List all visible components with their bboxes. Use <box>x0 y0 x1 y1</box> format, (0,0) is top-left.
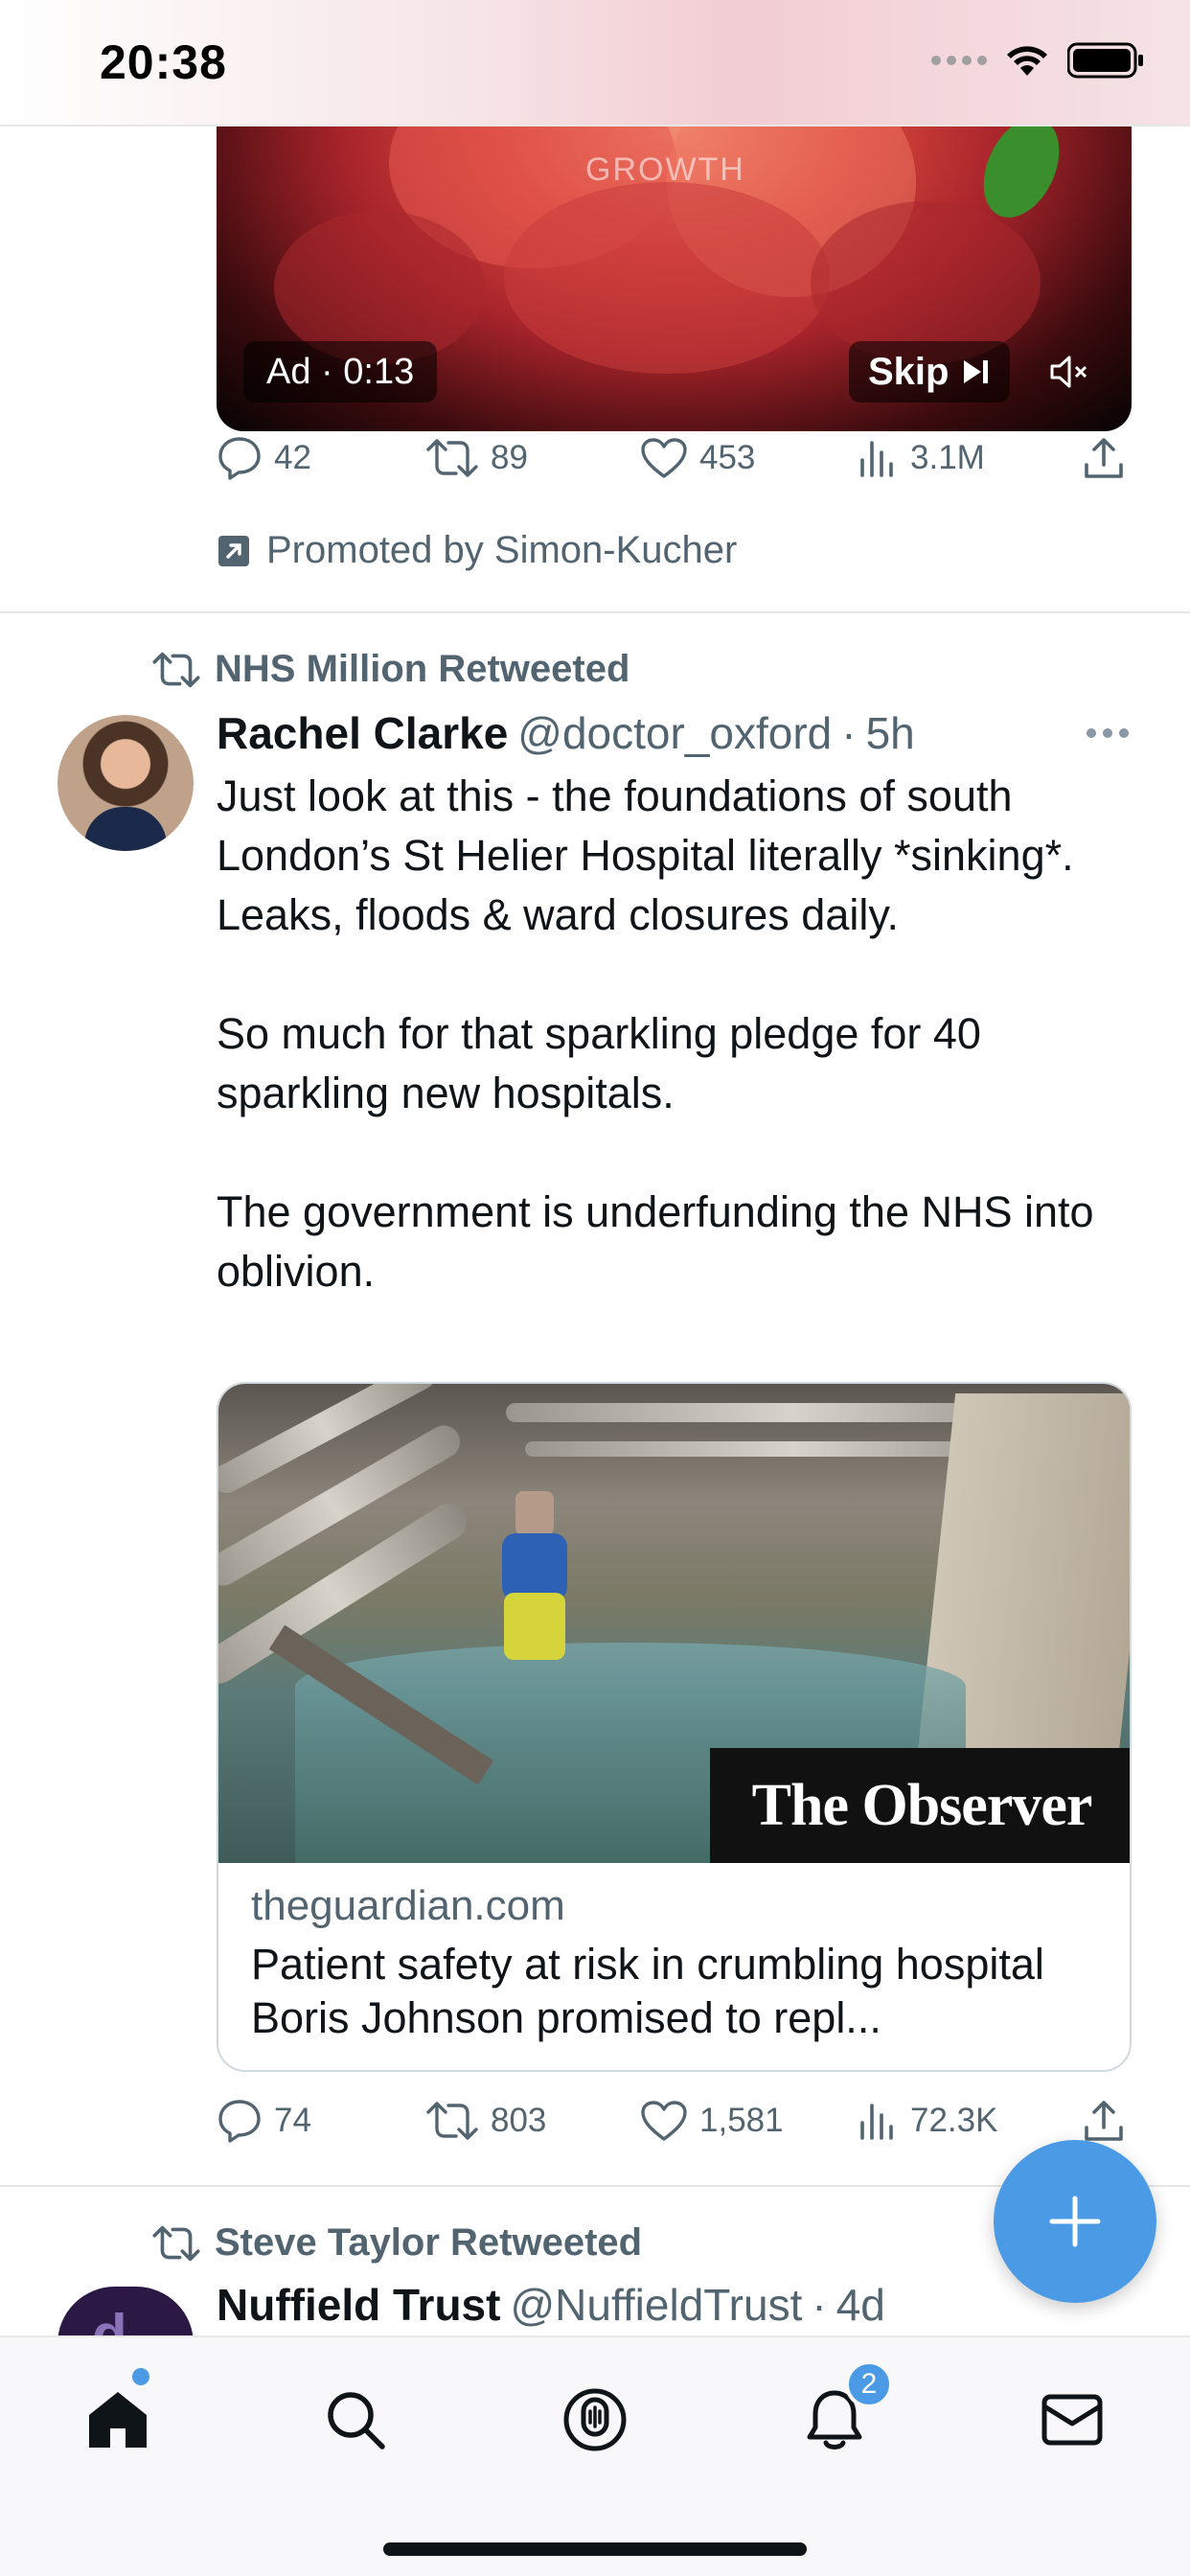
retweet-button[interactable]: 803 <box>425 2100 546 2142</box>
reply-button[interactable]: 74 <box>217 2099 311 2143</box>
views-count: 72.3K <box>910 2102 998 2139</box>
ad-timer-badge: Ad · 0:13 <box>243 341 438 402</box>
tweet-timestamp[interactable]: 4d <box>836 2279 885 2331</box>
avatar[interactable] <box>57 715 194 851</box>
retweeted-by-label[interactable]: NHS Million Retweeted <box>151 648 629 691</box>
author-name[interactable]: Nuffield Trust <box>217 2279 500 2331</box>
retweeted-by-text: NHS Million Retweeted <box>215 648 630 690</box>
flood-worker-figure <box>496 1491 573 1664</box>
status-bar: 20:38 <box>0 0 1190 126</box>
tweet-timestamp[interactable]: 5h <box>866 707 915 759</box>
share-button[interactable] <box>1083 436 1125 480</box>
mail-icon <box>1041 2394 1103 2446</box>
reply-icon <box>218 2100 261 2143</box>
reply-button[interactable]: 42 <box>217 436 311 480</box>
observer-logo: The Observer <box>710 1748 1130 1863</box>
author-handle[interactable]: @NuffieldTrust <box>510 2279 802 2331</box>
tweet-paragraph: So much for that sparkling pledge for 40… <box>217 1009 981 1117</box>
retweet-button[interactable]: 89 <box>425 437 528 479</box>
search-icon <box>328 2392 385 2450</box>
tweet-paragraph: The government is underfunding the NHS i… <box>217 1187 1094 1296</box>
link-card-title: Patient safety at risk in crumbling hosp… <box>251 1940 1044 2042</box>
home-icon <box>89 2392 147 2448</box>
tweet-header: Rachel Clarke @doctor_oxford · 5h <box>217 707 915 759</box>
promoted-text: Promoted by Simon-Kucher <box>266 529 738 571</box>
skip-label: Skip <box>868 351 950 393</box>
retweet-count: 803 <box>491 2102 547 2139</box>
separator-dot: · <box>812 2280 827 2330</box>
battery-icon <box>1067 42 1143 79</box>
tweet-divider <box>0 611 1190 613</box>
ad-overlay-text: GROWTH <box>585 151 745 188</box>
tweet-text: Just look at this - the foundations of s… <box>217 767 1117 1301</box>
like-button[interactable]: 1,581 <box>640 2100 784 2142</box>
ad-video-player[interactable]: GROWTH Ad · 0:13 Skip <box>217 96 1132 431</box>
retweet-count: 89 <box>491 439 528 476</box>
more-options-icon[interactable] <box>1087 728 1129 738</box>
separator-dot: · <box>841 708 857 758</box>
promoted-label[interactable]: Promoted by Simon-Kucher <box>217 529 737 572</box>
link-card-image: The Observer <box>218 1384 1130 1863</box>
status-time: 20:38 <box>100 35 227 89</box>
link-card-domain: theguardian.com <box>251 1882 565 1929</box>
retweeted-by-text: Steve Taylor Retweeted <box>215 2221 643 2264</box>
signal-icon <box>931 56 987 65</box>
bottom-tab-bar: 2 <box>0 2335 1190 2576</box>
skip-ad-button[interactable]: Skip <box>849 341 1011 402</box>
tab-home[interactable] <box>70 2372 166 2468</box>
plus-icon <box>1049 2196 1101 2247</box>
retweet-icon <box>152 652 200 687</box>
retweet-icon <box>426 2102 478 2140</box>
ad-action-bar: 42 89 453 3.1M <box>217 429 1136 487</box>
home-unread-dot <box>132 2368 149 2385</box>
home-indicator <box>383 2542 807 2556</box>
reply-count: 74 <box>274 2102 311 2139</box>
tweet-paragraph: Just look at this - the foundations of s… <box>217 771 1074 939</box>
share-button[interactable] <box>1083 2099 1125 2143</box>
compose-button[interactable] <box>994 2140 1156 2303</box>
author-name[interactable]: Rachel Clarke <box>217 707 508 759</box>
share-icon <box>1085 2101 1123 2141</box>
mute-button[interactable] <box>1039 341 1100 402</box>
share-icon <box>1085 438 1123 478</box>
notifications-badge: 2 <box>845 2360 893 2408</box>
reply-count: 42 <box>274 439 311 476</box>
views-count: 3.1M <box>910 439 985 476</box>
retweet-icon <box>426 439 478 477</box>
views-button[interactable]: 72.3K <box>857 2100 997 2142</box>
wifi-icon <box>1007 46 1047 76</box>
promoted-icon <box>218 535 249 566</box>
tweet-header: Nuffield Trust @NuffieldTrust · 4d <box>217 2279 885 2331</box>
like-count: 453 <box>699 439 756 476</box>
tab-spaces[interactable] <box>547 2372 643 2468</box>
tab-messages[interactable] <box>1024 2372 1120 2468</box>
retweeted-by-label[interactable]: Steve Taylor Retweeted <box>151 2221 642 2265</box>
tweet-action-bar: 74 803 1,581 72.3K <box>217 2092 1136 2150</box>
heart-icon <box>641 2101 687 2141</box>
volume-muted-icon <box>1050 356 1087 388</box>
reply-icon <box>218 437 261 480</box>
author-handle[interactable]: @doctor_oxford <box>517 707 832 759</box>
views-button[interactable]: 3.1M <box>857 437 985 479</box>
spaces-icon <box>563 2388 627 2451</box>
status-icons <box>931 42 1144 79</box>
like-count: 1,581 <box>699 2102 784 2139</box>
retweet-icon <box>152 2225 200 2261</box>
skip-icon <box>964 360 989 383</box>
views-icon <box>860 441 893 477</box>
tab-search[interactable] <box>308 2372 403 2468</box>
link-card[interactable]: The Observer theguardian.com Patient saf… <box>217 1382 1132 2072</box>
like-button[interactable]: 453 <box>640 437 755 479</box>
views-icon <box>860 2104 893 2140</box>
heart-icon <box>641 438 687 478</box>
